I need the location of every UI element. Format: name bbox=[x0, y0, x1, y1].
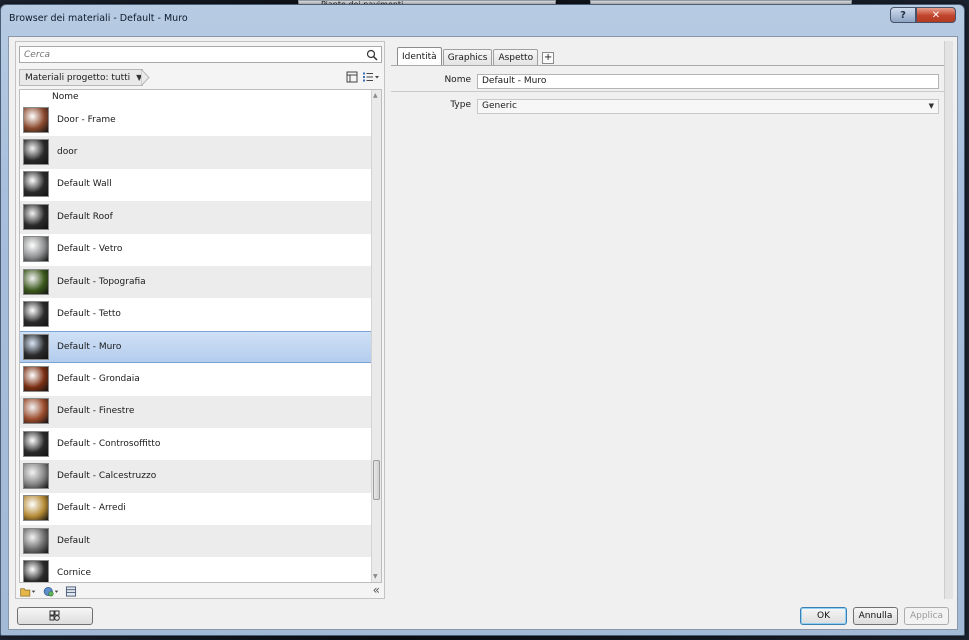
name-property-row: Nome Default - Muro bbox=[391, 74, 946, 90]
material-swatch bbox=[23, 527, 49, 554]
material-swatch bbox=[23, 430, 49, 457]
create-material-icon[interactable] bbox=[42, 586, 60, 597]
material-name: door bbox=[57, 147, 78, 158]
filter-bar: Materiali progetto: tutti ▼ bbox=[19, 69, 382, 86]
breadcrumb-arrow-icon bbox=[141, 69, 150, 86]
type-label: Type bbox=[450, 100, 471, 110]
material-list-item[interactable]: Default Wall bbox=[20, 169, 372, 201]
material-name: Default - Topografia bbox=[57, 276, 146, 287]
material-name: Default - Vetro bbox=[57, 244, 123, 255]
material-swatch bbox=[23, 301, 49, 328]
material-list-body: Door - Frame door Default Wall Default Roof… bbox=[20, 104, 372, 582]
material-name: Default - Tetto bbox=[57, 309, 121, 320]
material-list-item[interactable]: Default - Muro bbox=[20, 330, 372, 364]
material-browser-dialog: Browser dei materiali - Default - Muro ?… bbox=[0, 4, 965, 636]
search-input[interactable] bbox=[24, 48, 354, 62]
material-name: Default - Finestre bbox=[57, 406, 135, 417]
material-properties-panel: Identità Graphics Aspetto + Nome Default… bbox=[391, 41, 953, 599]
name-field[interactable]: Default - Muro bbox=[477, 74, 939, 89]
title-bar[interactable]: Browser dei materiali - Default - Muro ?… bbox=[1, 5, 964, 31]
dialog-content: Materiali progetto: tutti ▼ bbox=[8, 36, 958, 630]
add-asset-button[interactable]: + bbox=[542, 52, 555, 64]
type-select[interactable]: Generic ▼ bbox=[477, 99, 939, 114]
material-list-item[interactable]: Default - Topografia bbox=[20, 265, 372, 299]
material-list-item[interactable]: Default - Finestre bbox=[20, 395, 372, 428]
material-name: Default - Calcestruzzo bbox=[57, 470, 157, 481]
material-name: Default Wall bbox=[57, 179, 112, 190]
library-filter-label: Materiali progetto: tutti bbox=[25, 72, 131, 83]
material-swatch bbox=[23, 398, 49, 425]
material-swatch bbox=[23, 495, 49, 522]
panel-layout-icon[interactable] bbox=[346, 71, 358, 83]
material-name: Default Roof bbox=[57, 211, 113, 222]
scroll-down-icon[interactable]: ▼ bbox=[373, 573, 378, 580]
toggle-library-button[interactable] bbox=[17, 607, 93, 625]
material-swatch bbox=[23, 333, 49, 360]
library-icon bbox=[49, 610, 60, 621]
material-swatch bbox=[23, 268, 49, 295]
material-swatch bbox=[23, 106, 49, 133]
material-list-item[interactable]: Default - Vetro bbox=[20, 234, 372, 266]
material-swatch bbox=[23, 171, 49, 198]
properties-scrollbar[interactable] bbox=[944, 41, 953, 599]
material-swatch bbox=[23, 462, 49, 489]
material-editor-icon[interactable] bbox=[65, 585, 77, 597]
type-property-row: Type Generic ▼ bbox=[391, 99, 946, 115]
collapse-panel-icon[interactable]: « bbox=[373, 584, 380, 596]
ok-button[interactable]: OK bbox=[800, 607, 847, 625]
help-button[interactable]: ? bbox=[890, 7, 916, 23]
search-box bbox=[19, 46, 382, 63]
material-name: Default - Grondaia bbox=[57, 373, 140, 384]
type-select-value: Generic bbox=[482, 101, 517, 111]
material-name: Default - Controsoffitto bbox=[57, 438, 161, 449]
cancel-button[interactable]: Annulla bbox=[853, 607, 898, 625]
material-swatch bbox=[23, 203, 49, 230]
material-list-item[interactable]: Default - Grondaia bbox=[20, 363, 372, 395]
material-name: Default - Muro bbox=[57, 341, 122, 352]
material-list-item[interactable]: Default - Tetto bbox=[20, 298, 372, 330]
material-list-item[interactable]: Default - Arredi bbox=[20, 493, 372, 525]
close-button[interactable]: ✕ bbox=[916, 7, 956, 23]
list-view-icon[interactable] bbox=[362, 71, 380, 83]
material-name: Default bbox=[57, 535, 90, 546]
library-filter-dropdown[interactable]: Materiali progetto: tutti ▼ bbox=[19, 69, 143, 86]
property-tabs: Identità Graphics Aspetto + bbox=[397, 47, 555, 66]
open-library-icon[interactable] bbox=[19, 586, 37, 597]
search-icon[interactable] bbox=[366, 49, 378, 61]
material-list-item[interactable]: Cornice bbox=[20, 557, 372, 582]
material-name: Door - Frame bbox=[57, 114, 116, 125]
material-swatch bbox=[23, 560, 49, 582]
library-toolbar: « bbox=[19, 584, 382, 598]
apply-button[interactable]: Applica bbox=[904, 607, 949, 625]
material-swatch bbox=[23, 365, 49, 392]
material-swatch bbox=[23, 236, 49, 263]
material-list-item[interactable]: Default Roof bbox=[20, 201, 372, 234]
window-title: Browser dei materiali - Default - Muro bbox=[9, 12, 188, 24]
scroll-up-icon[interactable]: ▲ bbox=[373, 92, 378, 99]
material-swatch bbox=[23, 139, 49, 166]
tab-graphics[interactable]: Graphics bbox=[442, 49, 493, 66]
material-list-item[interactable]: Default - Calcestruzzo bbox=[20, 460, 372, 493]
material-list-scrollbar[interactable]: ▲ ▼ bbox=[371, 90, 381, 582]
material-list-panel: Materiali progetto: tutti ▼ bbox=[15, 41, 385, 599]
scrollbar-thumb[interactable] bbox=[373, 460, 380, 500]
material-list-item[interactable]: Default - Controsoffitto bbox=[20, 428, 372, 460]
tab-identity[interactable]: Identità bbox=[397, 47, 442, 66]
column-header-name[interactable]: Nome bbox=[20, 90, 372, 104]
view-options bbox=[346, 71, 380, 83]
material-list: Door - Frame door Default Wall Default Roof… bbox=[19, 89, 382, 583]
material-name: Cornice bbox=[57, 568, 92, 579]
chevron-down-icon: ▼ bbox=[928, 102, 934, 110]
material-list-item[interactable]: Door - Frame bbox=[20, 104, 372, 136]
material-list-item[interactable]: Default bbox=[20, 525, 372, 558]
material-list-item[interactable]: door bbox=[20, 136, 372, 169]
tab-divider bbox=[391, 65, 953, 66]
window-controls: ? ✕ bbox=[890, 7, 956, 23]
section-divider bbox=[391, 91, 946, 92]
name-label: Nome bbox=[444, 75, 471, 85]
tab-appearance[interactable]: Aspetto bbox=[493, 49, 539, 66]
material-name: Default - Arredi bbox=[57, 503, 126, 514]
